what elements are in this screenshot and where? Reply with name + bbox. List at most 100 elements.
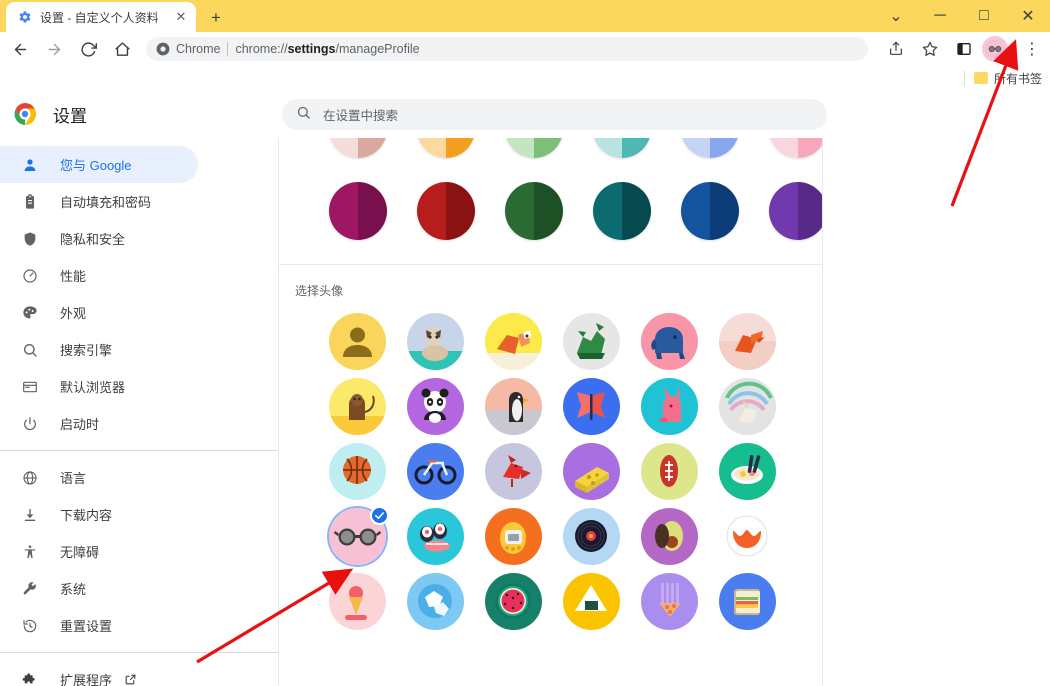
penguin-avatar[interactable] xyxy=(485,378,542,435)
avocado-avatar[interactable] xyxy=(641,508,698,565)
swatch-dark-half xyxy=(358,182,387,240)
ice-cream-avatar[interactable] xyxy=(329,573,386,630)
selected-check-icon xyxy=(370,506,389,525)
sidebar-item-you-and-google[interactable]: 您与 Google xyxy=(0,146,198,183)
sunglasses-avatar[interactable] xyxy=(329,506,389,565)
swatch-light-half xyxy=(329,182,358,240)
butterfly-avatar[interactable] xyxy=(563,378,620,435)
theme-color-swatch[interactable] xyxy=(681,138,739,158)
back-button[interactable] xyxy=(6,35,34,63)
avatar-image xyxy=(719,378,776,435)
generic-person-avatar[interactable] xyxy=(329,313,386,370)
content-right-gutter xyxy=(824,138,1050,686)
forward-button[interactable] xyxy=(40,35,68,63)
browser-tab[interactable]: 设置 - 自定义个人资料 ✕ xyxy=(6,2,196,32)
chrome-menu-icon[interactable]: ⋮ xyxy=(1018,35,1046,63)
ramen-avatar[interactable] xyxy=(719,443,776,500)
address-bar[interactable]: Chrome chrome://settings/manageProfile xyxy=(146,37,868,61)
monkey-avatar[interactable] xyxy=(329,378,386,435)
sidebar-item-accessibility[interactable]: 无障碍 xyxy=(0,533,198,570)
avatar-image xyxy=(329,443,386,500)
sandwich-avatar[interactable] xyxy=(719,573,776,630)
sidebar-item-reset-settings[interactable]: 重置设置 xyxy=(0,607,198,644)
avatar-image xyxy=(563,508,620,565)
sidebar-item-search-engine[interactable]: 搜索引擎 xyxy=(0,331,198,368)
chrome-logo-icon xyxy=(13,102,37,126)
swatch-light-half xyxy=(593,182,622,240)
profile-avatar-button[interactable] xyxy=(982,36,1008,62)
sidebar-item-appearance[interactable]: 外观 xyxy=(0,294,198,331)
theme-color-swatch[interactable] xyxy=(505,138,563,158)
swatch-dark-half xyxy=(446,138,475,158)
search-placeholder: 在设置中搜索 xyxy=(323,109,399,123)
avatar-image xyxy=(719,573,776,630)
sidebar-item-label: 外观 xyxy=(60,306,87,321)
swatch-dark-half xyxy=(798,182,822,240)
side-panel-icon[interactable] xyxy=(950,35,978,63)
basketball-avatar[interactable] xyxy=(329,443,386,500)
sidebar-item-extensions[interactable]: 扩展程序 xyxy=(0,661,198,686)
sidebar-item-autofill-passwords[interactable]: 自动填充和密码 xyxy=(0,183,198,220)
rabbit-avatar[interactable] xyxy=(641,378,698,435)
tab-close-icon[interactable]: ✕ xyxy=(172,8,190,26)
theme-color-swatch[interactable] xyxy=(593,138,651,158)
sidebar-item-downloads[interactable]: 下载内容 xyxy=(0,496,198,533)
unicorn-avatar[interactable] xyxy=(719,378,776,435)
theme-color-swatch[interactable] xyxy=(681,182,739,240)
theme-color-swatch[interactable] xyxy=(329,138,387,158)
settings-search-box[interactable]: 在设置中搜索 xyxy=(282,99,827,130)
pizza-avatar[interactable] xyxy=(641,573,698,630)
avatar-image xyxy=(407,443,464,500)
dog-avatar[interactable] xyxy=(485,313,542,370)
palette-icon xyxy=(20,303,40,323)
onigiri-avatar[interactable] xyxy=(563,573,620,630)
ice-cubes-avatar[interactable] xyxy=(407,573,464,630)
theme-color-swatch[interactable] xyxy=(769,182,822,240)
panda-avatar[interactable] xyxy=(407,378,464,435)
elephant-avatar[interactable] xyxy=(641,313,698,370)
avatar-image xyxy=(485,443,542,500)
theme-color-swatch[interactable] xyxy=(417,182,475,240)
all-bookmarks-label[interactable]: 所有书签 xyxy=(994,70,1042,87)
cheese-avatar[interactable] xyxy=(563,443,620,500)
avatar-image xyxy=(563,313,620,370)
cardinal-bird-avatar[interactable] xyxy=(485,443,542,500)
reload-button[interactable] xyxy=(74,35,102,63)
bookmark-star-icon[interactable] xyxy=(916,35,944,63)
theme-color-swatch[interactable] xyxy=(505,182,563,240)
avatar-image xyxy=(641,508,698,565)
cat-avatar[interactable] xyxy=(407,313,464,370)
sidebar-item-privacy-security[interactable]: 隐私和安全 xyxy=(0,220,198,257)
sidebar-item-system[interactable]: 系统 xyxy=(0,570,198,607)
sidebar-item-on-startup[interactable]: 启动时 xyxy=(0,405,198,442)
bird-avatar[interactable] xyxy=(719,313,776,370)
bookmarks-bar: 所有书签 xyxy=(0,66,1050,90)
new-tab-button[interactable]: + xyxy=(204,6,228,30)
sidebar-item-default-browser[interactable]: 默认浏览器 xyxy=(0,368,198,405)
minimize-icon[interactable]: ─ xyxy=(918,0,962,32)
swatch-light-half xyxy=(769,138,798,158)
dinosaur-avatar[interactable] xyxy=(563,313,620,370)
smile-avatar[interactable] xyxy=(719,508,776,565)
vinyl-record-avatar[interactable] xyxy=(563,508,620,565)
theme-color-swatch[interactable] xyxy=(417,138,475,158)
swatch-dark-half xyxy=(622,182,651,240)
close-icon[interactable]: ✕ xyxy=(1006,0,1050,32)
search-icon xyxy=(20,340,40,360)
share-icon[interactable] xyxy=(882,35,910,63)
avatar-image xyxy=(485,508,542,565)
theme-color-swatch[interactable] xyxy=(329,182,387,240)
sushi-avatar[interactable] xyxy=(407,508,464,565)
bicycle-avatar[interactable] xyxy=(407,443,464,500)
watermelon-avatar[interactable] xyxy=(485,573,542,630)
home-button[interactable] xyxy=(108,35,136,63)
gauge-icon xyxy=(20,266,40,286)
minimize-group-icon[interactable]: ⌄ xyxy=(874,0,918,32)
sidebar-item-performance[interactable]: 性能 xyxy=(0,257,198,294)
maximize-icon[interactable]: □ xyxy=(962,0,1006,32)
theme-color-swatch[interactable] xyxy=(593,182,651,240)
tamagotchi-avatar[interactable] xyxy=(485,508,542,565)
football-avatar[interactable] xyxy=(641,443,698,500)
sidebar-item-languages[interactable]: 语言 xyxy=(0,459,198,496)
theme-color-swatch[interactable] xyxy=(769,138,822,158)
